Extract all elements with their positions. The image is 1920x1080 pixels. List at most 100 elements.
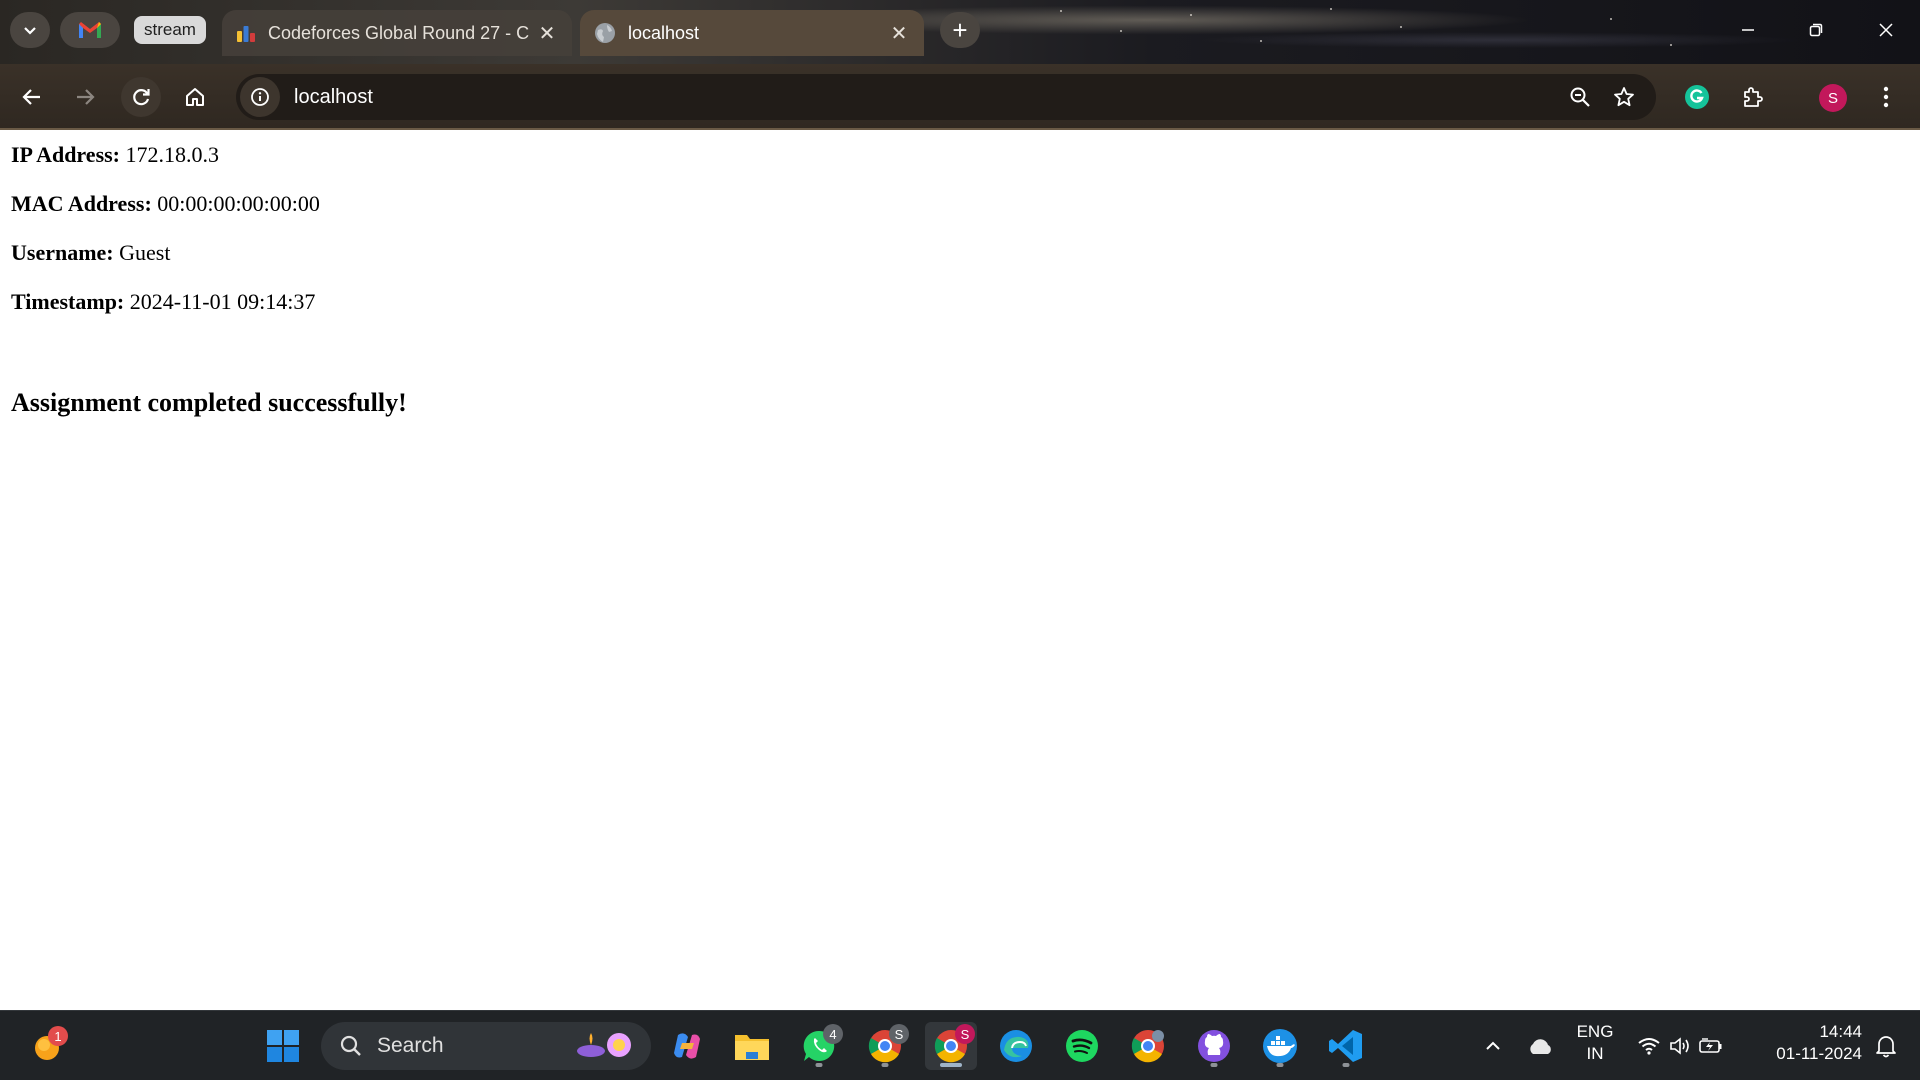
more-vertical-icon <box>1883 86 1889 108</box>
arrow-right-icon <box>77 89 95 105</box>
new-tab-button[interactable]: + <box>940 12 980 48</box>
forward-button[interactable] <box>65 77 105 117</box>
taskbar-app-chrome-profile-2[interactable]: S <box>925 1022 977 1070</box>
mac-address-value: 00:00:00:00:00:00 <box>157 191 320 216</box>
restore-button[interactable] <box>1796 14 1836 46</box>
windows-taskbar: 1 Search 4 S S ENG IN 14:44 01-11-2024 <box>0 1010 1920 1080</box>
timestamp-line: Timestamp: 2024-11-01 09:14:37 <box>11 289 315 315</box>
running-indicator <box>1210 1063 1218 1067</box>
timestamp-label: Timestamp: <box>11 289 125 314</box>
quick-settings-button[interactable] <box>1632 1022 1728 1070</box>
clock-time: 14:44 <box>1819 1022 1862 1041</box>
taskbar-app-chrome-profile-1[interactable]: S <box>859 1022 911 1070</box>
widgets-badge: 1 <box>48 1026 68 1046</box>
widgets-button[interactable]: 1 <box>22 1022 74 1070</box>
cloud-icon <box>1530 1039 1551 1054</box>
taskbar-app-edge[interactable] <box>990 1022 1042 1070</box>
home-icon <box>186 88 204 106</box>
volume-icon <box>1670 1037 1689 1055</box>
show-hidden-icons-button[interactable] <box>1478 1022 1508 1070</box>
chrome-profile-badge: S <box>955 1024 975 1044</box>
close-tab-icon[interactable]: ✕ <box>536 21 558 46</box>
site-info-button[interactable] <box>240 77 280 117</box>
bell-icon <box>1876 1036 1896 1058</box>
running-indicator <box>1276 1063 1284 1067</box>
address-bar[interactable]: localhost <box>236 74 1656 120</box>
region-label: IN <box>1586 1044 1604 1063</box>
taskbar-app-copilot[interactable] <box>661 1022 713 1070</box>
edge-icon <box>1000 1030 1032 1062</box>
chrome-profile-badge: S <box>889 1024 909 1044</box>
home-button[interactable] <box>175 77 215 117</box>
ip-address-label: IP Address: <box>11 142 121 167</box>
docker-icon <box>1263 1029 1297 1063</box>
clock-date: 01-11-2024 <box>1776 1044 1862 1063</box>
taskbar-app-vscode[interactable] <box>1320 1022 1372 1070</box>
taskbar-app-github-desktop[interactable] <box>1188 1022 1240 1070</box>
extensions-button[interactable] <box>1733 77 1773 117</box>
browser-menu-button[interactable] <box>1866 77 1906 117</box>
ip-address-value: 172.18.0.3 <box>125 142 220 167</box>
taskbar-search[interactable]: Search <box>321 1022 651 1070</box>
running-indicator <box>815 1063 823 1067</box>
minimize-button[interactable] <box>1728 14 1768 46</box>
diwali-lamp-icon <box>577 1033 631 1057</box>
chevron-up-icon <box>1486 1041 1500 1050</box>
browser-tab-strip: stream Codeforces Global Round 27 - C ✕ … <box>0 0 1920 64</box>
username-value: Guest <box>119 240 171 265</box>
puzzle-icon <box>1744 87 1763 107</box>
codeforces-icon <box>237 26 255 42</box>
globe-icon <box>595 23 615 43</box>
running-indicator <box>1342 1063 1350 1067</box>
close-icon <box>1879 23 1893 37</box>
timestamp-value: 2024-11-01 09:14:37 <box>129 289 316 314</box>
bookmark-button[interactable] <box>1602 75 1646 119</box>
close-tab-icon[interactable]: ✕ <box>888 21 910 46</box>
grammarly-icon <box>1685 85 1709 109</box>
ip-address-line: IP Address: 172.18.0.3 <box>11 142 219 168</box>
pinned-tab-gmail[interactable] <box>60 12 120 48</box>
onedrive-button[interactable] <box>1520 1022 1560 1070</box>
reload-button[interactable] <box>121 77 161 117</box>
page-content: IP Address: 172.18.0.3 MAC Address: 00:0… <box>0 130 1920 1010</box>
url-text[interactable]: localhost <box>294 86 1558 109</box>
profile-initial: S <box>1827 89 1838 107</box>
battery-charging-icon <box>1699 1038 1722 1053</box>
close-window-button[interactable] <box>1866 14 1906 46</box>
start-button[interactable] <box>257 1022 309 1070</box>
mac-address-label: MAC Address: <box>11 191 152 216</box>
gmail-icon <box>79 22 101 38</box>
windows-logo-icon <box>267 1030 299 1062</box>
language-indicator[interactable]: ENG IN <box>1572 1021 1618 1065</box>
tab-codeforces[interactable]: Codeforces Global Round 27 - C ✕ <box>222 10 572 56</box>
taskbar-app-chrome-profile-3[interactable] <box>1122 1022 1174 1070</box>
tab-group-stream[interactable]: stream <box>134 16 206 44</box>
taskbar-app-file-explorer[interactable] <box>726 1022 778 1070</box>
plus-icon: + <box>952 14 968 45</box>
taskbar-app-whatsapp[interactable]: 4 <box>793 1022 845 1070</box>
taskbar-app-spotify[interactable] <box>1056 1022 1108 1070</box>
arrow-left-icon <box>22 89 40 105</box>
clock[interactable]: 14:44 01-11-2024 <box>1752 1021 1862 1065</box>
notifications-button[interactable] <box>1866 1022 1906 1070</box>
zoom-out-icon <box>1570 87 1590 107</box>
tab-search-button[interactable] <box>10 12 50 48</box>
wifi-icon <box>1638 1038 1660 1055</box>
info-icon <box>251 88 269 106</box>
zoom-button[interactable] <box>1558 75 1602 119</box>
chevron-down-icon <box>24 27 36 35</box>
vscode-icon <box>1329 1030 1362 1062</box>
back-button[interactable] <box>12 77 52 117</box>
profile-avatar[interactable]: S <box>1819 84 1847 112</box>
copilot-icon <box>674 1033 700 1059</box>
tab-title: localhost <box>628 22 700 43</box>
tab-title: Codeforces Global Round 27 - C <box>268 22 530 43</box>
tab-localhost[interactable]: localhost ✕ <box>580 10 924 56</box>
taskbar-app-docker[interactable] <box>1254 1022 1306 1070</box>
folder-icon <box>735 1035 769 1060</box>
github-icon <box>1198 1030 1230 1062</box>
browser-toolbar: localhost S <box>0 64 1920 130</box>
spotify-icon <box>1066 1030 1098 1062</box>
username-line: Username: Guest <box>11 240 170 266</box>
grammarly-extension-button[interactable] <box>1677 77 1717 117</box>
